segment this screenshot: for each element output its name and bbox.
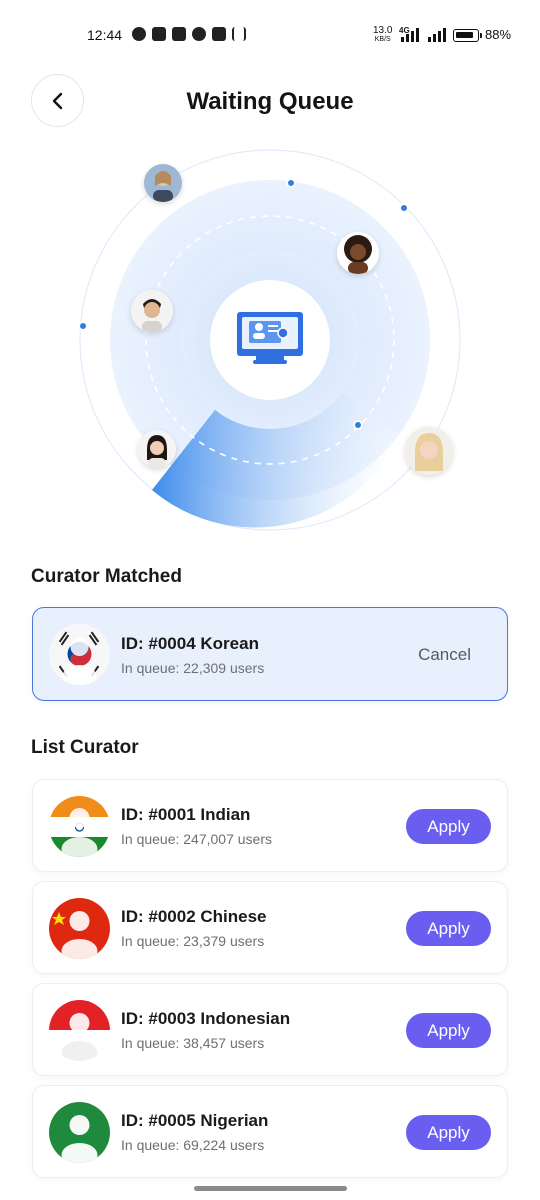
avatar — [138, 430, 176, 468]
curator-queue-label: In queue: 38,457 users — [121, 1035, 265, 1051]
curator-list-item: ID: #0005 Nigerian In queue: 69,224 user… — [32, 1085, 508, 1178]
battery-tip — [480, 33, 482, 38]
audio-wave-icon — [232, 27, 246, 41]
avatar — [144, 164, 182, 202]
page-title: Waiting Queue — [186, 88, 354, 115]
curator-queue-label: In queue: 247,007 users — [121, 831, 273, 847]
radar-dot — [286, 178, 296, 188]
matched-curator-card: ID: #0004 Korean In queue: 22,309 users … — [32, 607, 508, 701]
flag-nigeria-icon — [49, 1102, 110, 1163]
curator-id-label: ID: #0004 Korean — [121, 634, 259, 653]
avatar — [131, 290, 173, 332]
cancel-button[interactable]: Cancel — [418, 645, 471, 665]
network-speed-unit: KB/S — [374, 36, 391, 43]
curator-queue-label: In queue: 69,224 users — [121, 1137, 265, 1153]
section-title-list: List Curator — [31, 737, 139, 758]
avatar — [405, 427, 453, 475]
curator-id-label: ID: #0001 Indian — [121, 805, 251, 824]
app-round-icon — [192, 27, 206, 41]
apply-button[interactable]: Apply — [406, 1115, 491, 1150]
radar-dot — [353, 420, 363, 430]
section-title-matched: Curator Matched — [31, 566, 182, 587]
discord-icon — [152, 27, 166, 41]
flag-indonesia-icon — [49, 1000, 110, 1061]
flag-china-icon — [49, 898, 110, 959]
signal-icon — [401, 28, 419, 42]
apply-button[interactable]: Apply — [406, 809, 491, 844]
radar-dot — [399, 203, 409, 213]
curator-id-label: ID: #0002 Chinese — [121, 907, 267, 926]
app-icon — [172, 27, 186, 41]
radar-graphic — [78, 149, 461, 531]
curator-list-item: ID: #0003 Indonesian In queue: 38,457 us… — [32, 983, 508, 1076]
network-speed-value: 13.0 — [373, 25, 393, 36]
id-card-icon — [212, 27, 226, 41]
curator-id-label: ID: #0005 Nigerian — [121, 1111, 269, 1130]
flag-korea-icon — [49, 624, 110, 685]
radar-illustration — [0, 140, 540, 540]
curator-list-item: ID: #0001 Indian In queue: 247,007 users… — [32, 779, 508, 872]
curator-id-label: ID: #0003 Indonesian — [121, 1009, 291, 1028]
battery-icon — [453, 29, 479, 42]
curator-queue-label: In queue: 23,379 users — [121, 933, 265, 949]
network-speed: 13.0 KB/S — [373, 26, 392, 44]
home-indicator[interactable] — [194, 1186, 347, 1191]
apply-button[interactable]: Apply — [406, 1013, 491, 1048]
curator-queue-label: In queue: 22,309 users — [121, 660, 265, 676]
status-time: 12:44 — [87, 27, 123, 43]
apply-button[interactable]: Apply — [406, 911, 491, 946]
radar-dot — [78, 321, 88, 331]
notification-icons — [132, 27, 246, 41]
flag-india-icon — [49, 796, 110, 857]
whatsapp-icon — [132, 27, 146, 41]
avatar — [337, 232, 379, 274]
curator-list-item: ID: #0002 Chinese In queue: 23,379 users… — [32, 881, 508, 974]
signal-icon-2 — [428, 28, 446, 42]
battery-percent: 88% — [485, 27, 512, 42]
status-bar: 12:44 13.0 KB/S 4G 88% — [0, 0, 540, 70]
